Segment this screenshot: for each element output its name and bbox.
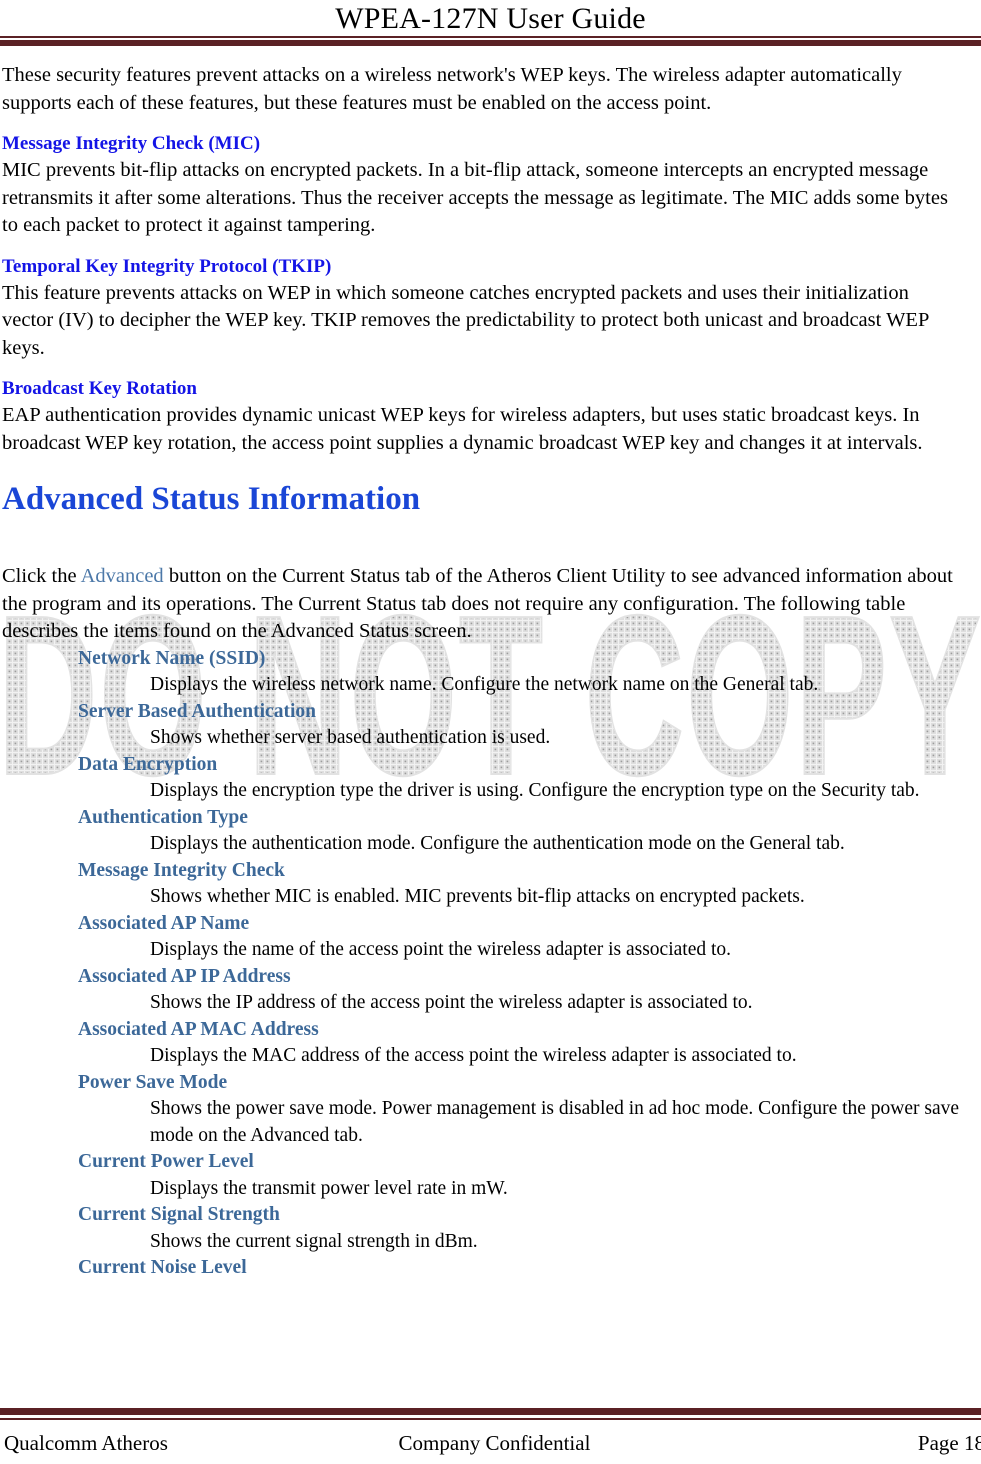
term-label: Network Name (SSID) <box>78 647 266 669</box>
term-label: Current Power Level <box>78 1151 254 1172</box>
document-title: WPEA-127N User Guide <box>335 2 646 35</box>
footer-confidential-notice: Company Confidential <box>398 1431 591 1455</box>
term-definition: Shows whether MIC is enabled. MIC preven… <box>150 886 805 907</box>
footer-company-name: Qualcomm Atheros <box>4 1431 168 1455</box>
term-label: Power Save Mode <box>78 1071 228 1093</box>
section-title-advanced-status: Advanced Status Information <box>2 481 421 517</box>
footer-rule-thick <box>0 1408 981 1415</box>
document-page: WPEA-127N User Guide DO NOT COPY These s… <box>0 0 981 1464</box>
footer-page-number: Page 18 <box>917 1431 981 1455</box>
term-label: Authentication Type <box>78 806 248 828</box>
term-label: Associated AP IP Address <box>78 965 291 987</box>
advanced-button-reference: Advanced <box>80 565 164 587</box>
term-definition: Displays the authentication mode. Config… <box>150 833 845 854</box>
term-label: Associated AP Name <box>78 912 250 934</box>
term-definition: Shows the power save mode. Power managem… <box>150 1098 960 1146</box>
term-label: Current Noise Level <box>78 1257 247 1278</box>
header-rule-thick <box>0 40 981 46</box>
section-tkip: Temporal Key Integrity Protocol (TKIP) T… <box>2 253 962 363</box>
term-label: Data Encryption <box>78 753 218 775</box>
term-definition: Displays the transmit power level rate i… <box>150 1177 508 1199</box>
term-label: Current Signal Strength <box>78 1204 280 1225</box>
advanced-intro-part1: Click the <box>2 565 81 587</box>
term-label: Server Based Authentication <box>78 700 316 722</box>
term-definition: Shows whether server based authenticatio… <box>150 727 551 748</box>
section-heading: Broadcast Key Rotation <box>2 378 197 399</box>
page-footer: Qualcomm Atheros Company Confidential Pa… <box>0 1408 981 1464</box>
section-mic: Message Integrity Check (MIC) MIC preven… <box>2 130 962 240</box>
advanced-intro-paragraph: Click the Advanced button on the Current… <box>2 563 962 646</box>
page-content: These security features prevent attacks … <box>2 62 962 1282</box>
section-heading: Temporal Key Integrity Protocol (TKIP) <box>2 255 332 277</box>
footer-row: Qualcomm Atheros Company Confidential Pa… <box>0 1420 981 1464</box>
term-label: Associated AP MAC Address <box>78 1018 319 1040</box>
term-definition: Shows the current signal strength in dBm… <box>150 1230 478 1252</box>
term-definition: Shows the IP address of the access point… <box>150 992 753 1013</box>
section-body: EAP authentication provides dynamic unic… <box>2 404 923 454</box>
term-definition: Displays the name of the access point th… <box>150 939 732 960</box>
term-definition: Displays the wireless network name. Conf… <box>150 674 819 695</box>
section-broadcast-key-rotation: Broadcast Key Rotation EAP authenticatio… <box>2 375 962 457</box>
term-definition: Displays the MAC address of the access p… <box>150 1045 797 1066</box>
section-body: MIC prevents bit-flip attacks on encrypt… <box>2 159 948 236</box>
section-heading: Message Integrity Check (MIC) <box>2 133 261 154</box>
page-header: WPEA-127N User Guide <box>0 0 981 46</box>
section-body: This feature prevents attacks on WEP in … <box>2 281 929 359</box>
advanced-status-term-list: Network Name (SSID) Displays the wireles… <box>2 646 962 1282</box>
term-label: Message Integrity Check <box>78 859 285 881</box>
intro-paragraph: These security features prevent attacks … <box>2 64 902 114</box>
term-definition: Displays the encryption type the driver … <box>150 780 920 801</box>
